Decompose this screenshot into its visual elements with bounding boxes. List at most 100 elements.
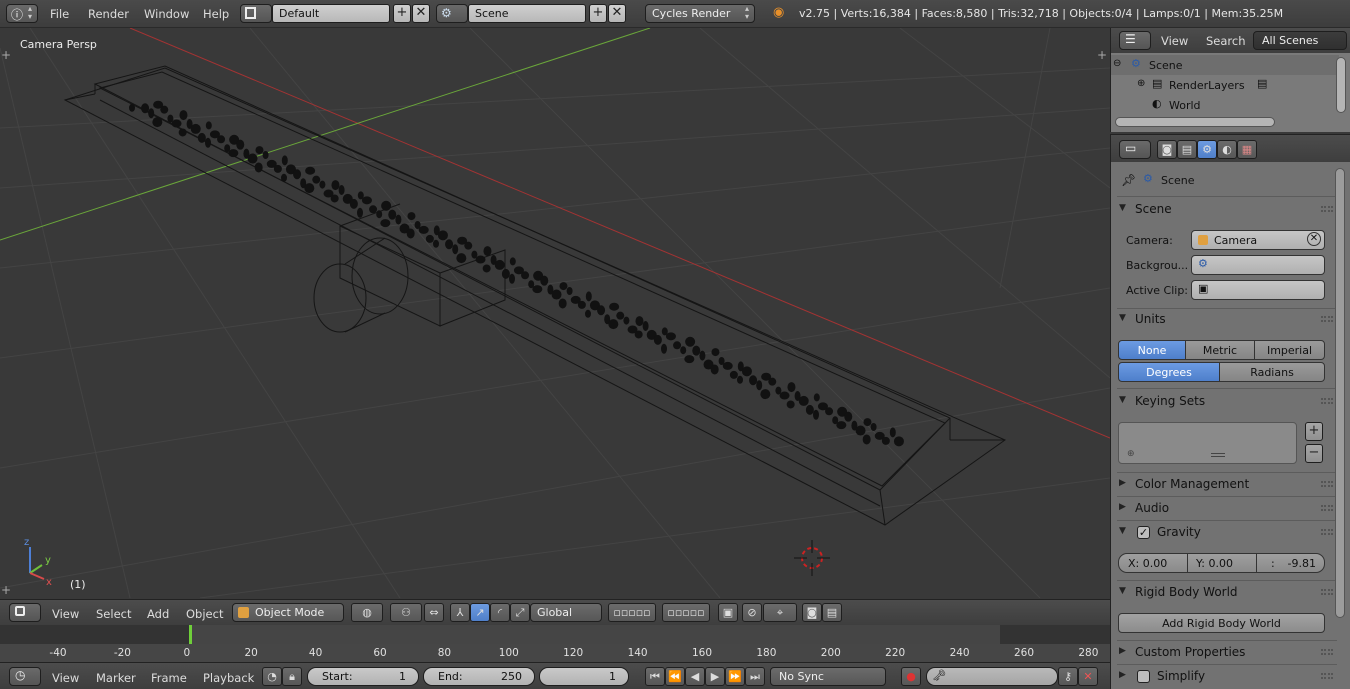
- panel-simplify-header[interactable]: ▶ Simplify: [1119, 666, 1337, 688]
- drag-grip-icon[interactable]: [1321, 673, 1333, 679]
- keying-sets-list[interactable]: ⊕: [1118, 422, 1297, 464]
- panel-units-header[interactable]: ▼ Units: [1119, 309, 1337, 331]
- keying-set-field[interactable]: 🗝︎: [926, 667, 1058, 686]
- 3d-viewport[interactable]: z y x Camera Persp (1) + + +: [0, 28, 1110, 598]
- lock-camera-toggle[interactable]: ▣: [718, 603, 738, 622]
- layers-grid-1[interactable]: ▫▫▫▫▫: [608, 603, 656, 622]
- sync-mode-dropdown[interactable]: No Sync: [770, 667, 886, 686]
- outliner-tree[interactable]: ⊖ ⚙ Scene ⊕ ▤ RenderLayers ▤ ◐ World: [1110, 53, 1350, 132]
- editor-type-timeline-button[interactable]: ◷: [9, 667, 41, 686]
- drag-grip-icon[interactable]: [1321, 481, 1333, 487]
- editor-type-3d-button[interactable]: [9, 603, 41, 622]
- menu-select[interactable]: Select: [96, 607, 131, 621]
- gravity-x-field[interactable]: X: 0.00: [1118, 553, 1188, 573]
- menu-view[interactable]: View: [1161, 34, 1188, 48]
- collapse-icon[interactable]: ⊖: [1113, 58, 1121, 69]
- region-toggle-bottom-icon[interactable]: +: [1, 583, 11, 597]
- manipulate-center-toggle[interactable]: ⇔: [424, 603, 444, 622]
- drag-grip-icon[interactable]: [1321, 529, 1333, 535]
- simplify-enable-checkbox[interactable]: [1137, 670, 1150, 683]
- start-frame-field[interactable]: Start: 1: [307, 667, 419, 686]
- menu-file[interactable]: File: [50, 7, 69, 21]
- region-toggle-left-icon[interactable]: +: [1, 48, 11, 62]
- layers-grid-2[interactable]: ▫▫▫▫▫: [662, 603, 710, 622]
- gravity-enable-checkbox[interactable]: ✓: [1137, 526, 1150, 539]
- panel-keying-sets-header[interactable]: ▼ Keying Sets: [1119, 391, 1337, 413]
- rotate-manipulator-button[interactable]: ◜: [490, 603, 510, 622]
- translate-manipulator-button[interactable]: ↗: [470, 603, 490, 622]
- timeline-editor[interactable]: -40 -20 0 20 40 60 80 100 120 140 160 180 200 220 240 2…: [0, 625, 1110, 662]
- render-engine-dropdown[interactable]: Cycles Render ▴ ▾: [645, 4, 755, 23]
- menu-view[interactable]: View: [52, 671, 79, 685]
- snap-element-dropdown[interactable]: ⌖: [763, 603, 797, 622]
- menu-window[interactable]: Window: [144, 7, 189, 21]
- outliner-display-mode-dropdown[interactable]: All Scenes: [1253, 31, 1347, 50]
- lock-frame-range-toggle[interactable]: 🔒︎: [282, 667, 302, 686]
- menu-view[interactable]: View: [52, 607, 79, 621]
- outliner-vertical-scrollbar[interactable]: [1336, 57, 1346, 113]
- expand-icon[interactable]: ⊕: [1137, 78, 1145, 89]
- drag-grip-icon[interactable]: [1321, 398, 1333, 404]
- viewport-canvas[interactable]: z y x: [0, 28, 1110, 598]
- viewport-shading-dropdown[interactable]: ◍: [351, 603, 383, 622]
- panel-scene-header[interactable]: ▼ Scene: [1119, 199, 1337, 221]
- tab-render-layers[interactable]: ▤: [1177, 140, 1197, 159]
- outliner-item-world[interactable]: ◐ World: [1111, 95, 1339, 115]
- scene-browse-button[interactable]: ⚙: [436, 4, 468, 23]
- 3d-cursor-icon[interactable]: [794, 540, 830, 576]
- tab-scene[interactable]: ⚙: [1197, 140, 1217, 159]
- delete-scene-button[interactable]: ✕: [608, 4, 626, 23]
- list-resize-grip-icon[interactable]: [1211, 453, 1225, 457]
- menu-frame[interactable]: Frame: [151, 671, 187, 685]
- delete-keyframe-button[interactable]: ✕: [1078, 667, 1098, 686]
- add-rigid-body-world-button[interactable]: Add Rigid Body World: [1118, 613, 1325, 633]
- rotation-units-degrees[interactable]: Degrees: [1118, 362, 1220, 382]
- outliner-item-renderlayers[interactable]: ⊕ ▤ RenderLayers ▤: [1111, 75, 1339, 95]
- panel-color-management-header[interactable]: ▶ Color Management: [1119, 474, 1337, 496]
- end-frame-field[interactable]: End: 250: [423, 667, 535, 686]
- render-animation-button[interactable]: ▤: [822, 603, 842, 622]
- jump-end-button[interactable]: ⏭: [745, 667, 765, 686]
- editor-type-info-button[interactable]: ⓘ ▴ ▾: [6, 4, 38, 23]
- delete-screen-button[interactable]: ✕: [412, 4, 430, 23]
- proportional-edit-toggle[interactable]: ⊘: [742, 603, 762, 622]
- jump-start-button[interactable]: ⏮: [645, 667, 665, 686]
- drag-grip-icon[interactable]: [1321, 589, 1333, 595]
- play-reverse-button[interactable]: ◀: [685, 667, 705, 686]
- properties-scrollbar[interactable]: [1335, 168, 1345, 618]
- camera-field[interactable]: Camera ✕: [1191, 230, 1325, 250]
- drag-grip-icon[interactable]: [1321, 505, 1333, 511]
- background-scene-field[interactable]: ⚙: [1191, 255, 1325, 275]
- screen-layout-browse-button[interactable]: [240, 4, 272, 23]
- tab-world[interactable]: ◐: [1217, 140, 1237, 159]
- unit-system-none[interactable]: None: [1118, 340, 1186, 360]
- jump-keyframe-back-button[interactable]: ⏪: [665, 667, 685, 686]
- region-toggle-right-icon[interactable]: +: [1097, 48, 1107, 62]
- preview-range-toggle[interactable]: ◔: [262, 667, 282, 686]
- jump-keyframe-forward-button[interactable]: ⏩: [725, 667, 745, 686]
- transform-manipulator-toggle[interactable]: ⅄: [450, 603, 470, 622]
- unit-system-metric[interactable]: Metric: [1185, 340, 1255, 360]
- pivot-point-dropdown[interactable]: ⚇: [390, 603, 422, 622]
- tab-render[interactable]: ◙: [1157, 140, 1177, 159]
- drag-grip-icon[interactable]: [1321, 206, 1333, 212]
- auto-keying-toggle[interactable]: ●: [901, 667, 921, 686]
- panel-gravity-header[interactable]: ▼ ✓ Gravity: [1119, 522, 1337, 544]
- editor-type-properties-button[interactable]: ▭: [1119, 140, 1151, 159]
- scene-field[interactable]: Scene: [468, 4, 586, 23]
- gravity-y-field[interactable]: Y: 0.00: [1187, 553, 1257, 573]
- menu-object[interactable]: Object: [186, 607, 223, 621]
- panel-rigid-body-header[interactable]: ▼ Rigid Body World: [1119, 582, 1337, 604]
- panel-audio-header[interactable]: ▶ Audio: [1119, 498, 1337, 520]
- remove-keying-set-button[interactable]: −: [1305, 444, 1323, 463]
- editor-type-outliner-button[interactable]: ☰: [1119, 31, 1151, 50]
- current-frame-field[interactable]: 1: [539, 667, 629, 686]
- add-screen-button[interactable]: +: [393, 4, 411, 23]
- pin-icon[interactable]: 📌︎: [1121, 173, 1136, 187]
- transform-orientation-dropdown[interactable]: Global: [530, 603, 602, 622]
- panel-custom-properties-header[interactable]: ▶ Custom Properties: [1119, 642, 1337, 664]
- add-keying-set-button[interactable]: +: [1305, 422, 1323, 441]
- menu-render[interactable]: Render: [88, 7, 129, 21]
- rotation-units-radians[interactable]: Radians: [1219, 362, 1325, 382]
- add-scene-button[interactable]: +: [589, 4, 607, 23]
